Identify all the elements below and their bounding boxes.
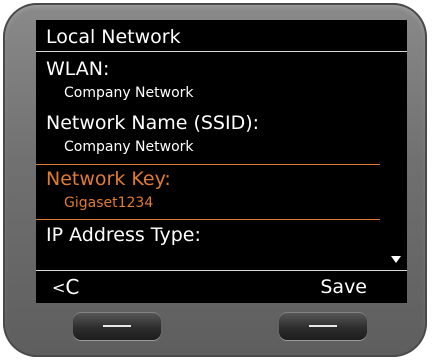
softkey-save[interactable]: Save <box>320 276 367 298</box>
menu-item-value: Gigaset1234 <box>64 195 154 211</box>
dash-icon <box>103 325 131 327</box>
right-hardware-key[interactable] <box>279 312 367 340</box>
menu-item-value: Company Network <box>64 85 194 101</box>
title-bar: Local Network <box>36 20 407 52</box>
menu-item-label: Network Name (SSID): <box>46 112 260 134</box>
menu-item-label: IP Address Type: <box>46 224 201 246</box>
selection-top-border <box>36 164 380 165</box>
softkey-back-label: C <box>65 275 80 299</box>
page-title: Local Network <box>46 26 181 48</box>
menu-item-label: Network Key: <box>46 168 171 190</box>
menu-item-label: WLAN: <box>46 58 110 80</box>
menu-item-network-name[interactable]: Network Name (SSID): Company Network <box>36 112 407 160</box>
scroll-down-icon[interactable] <box>391 256 401 263</box>
menu-item-value: Company Network <box>64 139 194 155</box>
menu-item-network-key[interactable]: Network Key: Gigaset1234 <box>36 168 407 216</box>
arrow-left-icon: < <box>52 278 66 297</box>
dash-icon <box>309 325 337 327</box>
menu-item-ip-address-type[interactable]: IP Address Type: <box>36 224 407 250</box>
left-hardware-key[interactable] <box>73 312 161 340</box>
selection-bottom-border <box>36 219 380 220</box>
softkey-bar: <C Save <box>36 270 407 303</box>
display-screen: Local Network WLAN: Company Network Netw… <box>36 20 407 303</box>
menu-item-wlan[interactable]: WLAN: Company Network <box>36 58 407 106</box>
softkey-back[interactable]: <C <box>52 276 79 300</box>
